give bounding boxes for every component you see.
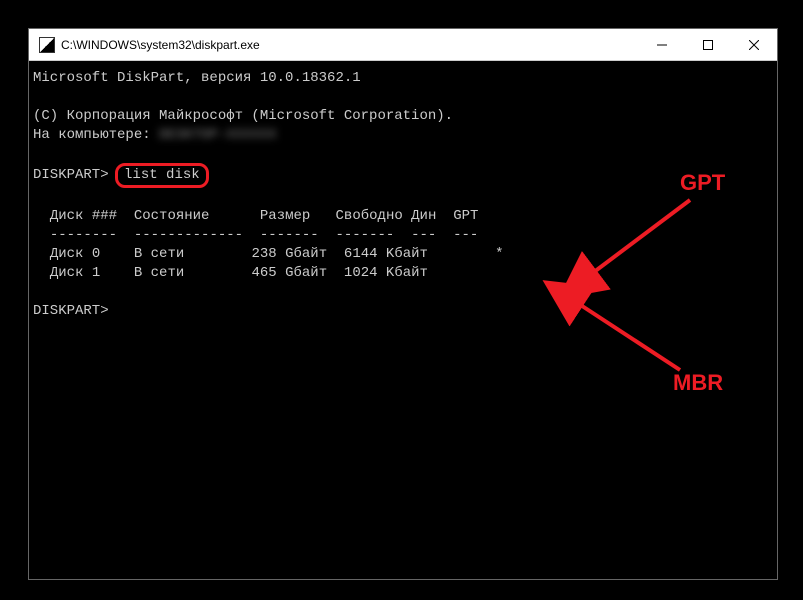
annotation-mbr-label: MBR <box>673 370 723 396</box>
row0-status: В сети <box>134 246 184 262</box>
col-status: Состояние <box>134 208 210 224</box>
computer-label: На компьютере: <box>33 127 159 143</box>
col-dyn: Дин <box>411 208 436 224</box>
row1-status: В сети <box>134 265 184 281</box>
row0-free: 6144 Kбайт <box>344 246 428 262</box>
annotation-gpt-label: GPT <box>680 170 725 196</box>
maximize-button[interactable] <box>685 29 731 60</box>
row0-disk: Диск 0 <box>50 246 100 262</box>
row1-free: 1024 Kбайт <box>344 265 428 281</box>
col-free: Свободно <box>336 208 403 224</box>
command-text: list disk <box>124 167 200 183</box>
diskpart-header: Microsoft DiskPart, версия 10.0.18362.1 <box>33 70 361 86</box>
terminal-body[interactable]: Microsoft DiskPart, версия 10.0.18362.1 … <box>29 61 777 579</box>
command-highlight: list disk <box>115 163 209 188</box>
row1-size: 465 Gбайт <box>251 265 327 281</box>
window-title: C:\WINDOWS\system32\diskpart.exe <box>61 38 639 52</box>
close-button[interactable] <box>731 29 777 60</box>
row0-size: 238 Gбайт <box>251 246 327 262</box>
separator-line: -------- ------------- ------- ------- -… <box>50 227 478 243</box>
copyright-line: (C) Корпорация Майкрософт (Microsoft Cor… <box>33 108 453 124</box>
titlebar: C:\WINDOWS\system32\diskpart.exe <box>29 29 777 61</box>
col-gpt: GPT <box>453 208 478 224</box>
computer-name-redacted: DESKTOP-XXXXXX <box>159 126 277 145</box>
prompt-2: DISKPART> <box>33 303 109 319</box>
window-controls <box>639 29 777 60</box>
app-icon <box>39 37 55 53</box>
prompt-1: DISKPART> <box>33 167 109 183</box>
row0-gpt: * <box>495 246 503 262</box>
console-window: C:\WINDOWS\system32\diskpart.exe Microso… <box>28 28 778 580</box>
col-disk: Диск ### <box>50 208 117 224</box>
minimize-button[interactable] <box>639 29 685 60</box>
row1-disk: Диск 1 <box>50 265 100 281</box>
col-size: Размер <box>260 208 310 224</box>
